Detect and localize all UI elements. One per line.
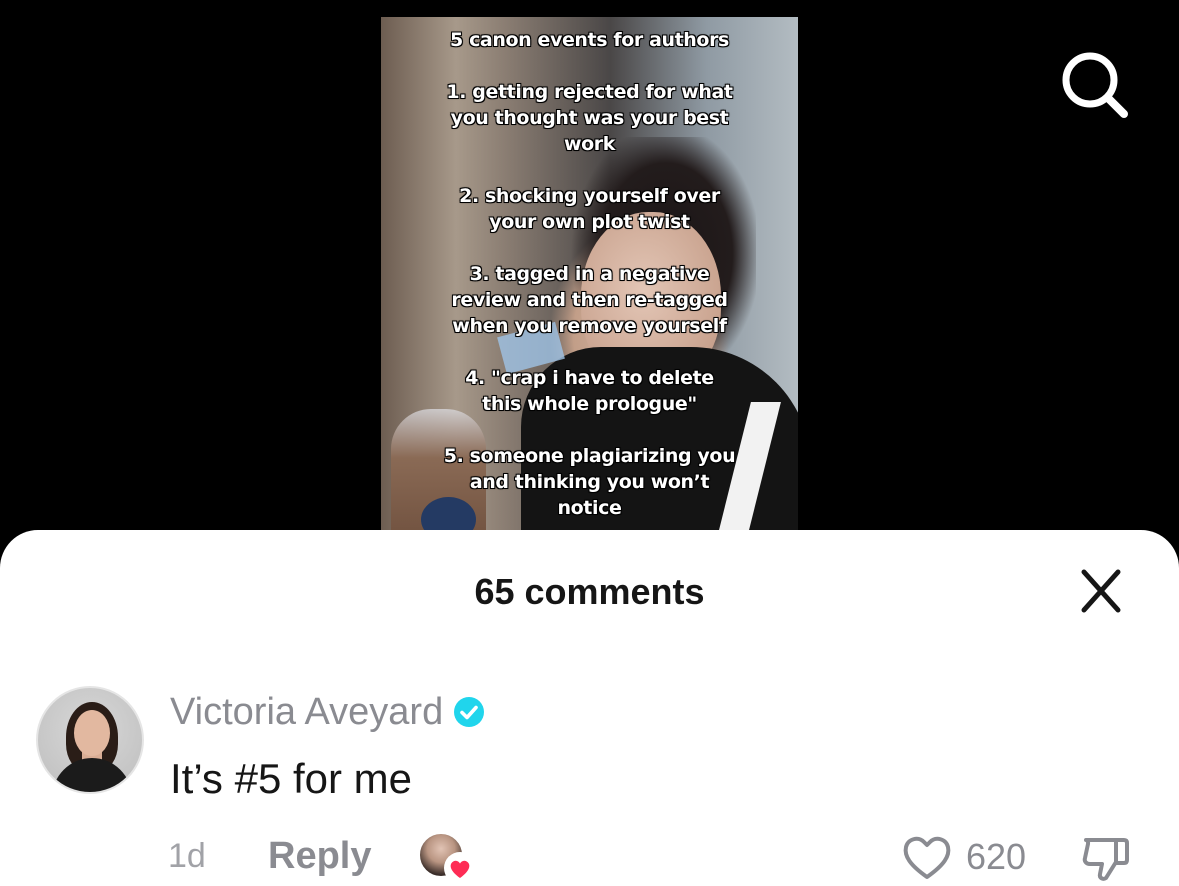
username-label: Victoria Aveyard xyxy=(170,691,444,733)
caption-line: 5. someone plagiarizing you xyxy=(443,445,736,467)
close-button[interactable] xyxy=(1072,566,1130,618)
heart-outline-icon xyxy=(903,836,951,879)
liked-by-creator xyxy=(418,830,478,884)
comments-count-title: 65 comments xyxy=(474,571,705,612)
caption-line: review and then re-tagged xyxy=(451,289,728,311)
caption-line: work xyxy=(563,133,615,155)
commenter-avatar[interactable] xyxy=(36,686,144,794)
search-icon xyxy=(1062,52,1128,118)
comments-sheet: 65 comments Victoria Aveyard It’s #5 for… xyxy=(0,530,1179,886)
caption-line: 5 canon events for authors xyxy=(450,29,729,51)
caption-line: this whole prologue" xyxy=(482,393,697,415)
search-button[interactable] xyxy=(1058,48,1130,120)
video-caption-overlay: 5 canon events for authors 1. getting rej… xyxy=(381,27,798,521)
caption-line: 3. tagged in a negative xyxy=(469,263,710,285)
comment-timestamp: 1d xyxy=(168,837,206,875)
reply-button[interactable]: Reply xyxy=(268,834,371,878)
caption-line: 4. "crap i have to delete xyxy=(465,367,714,389)
like-button[interactable] xyxy=(900,832,954,882)
caption-line: 2. shocking yourself over xyxy=(459,185,720,207)
caption-line: and thinking you won’t xyxy=(469,471,710,493)
verified-badge-icon xyxy=(454,697,485,727)
video-frame[interactable]: 5 canon events for authors 1. getting rej… xyxy=(381,17,798,547)
close-icon xyxy=(1081,569,1121,613)
dislike-button[interactable] xyxy=(1078,830,1134,886)
caption-line: you thought was your best xyxy=(450,107,729,129)
caption-line: 1. getting rejected for what xyxy=(446,81,733,103)
caption-line: your own plot twist xyxy=(489,211,690,233)
caption-line: notice xyxy=(557,497,622,519)
caption-line: when you remove yourself xyxy=(452,315,727,337)
comment-username[interactable]: Victoria Aveyard xyxy=(170,690,485,734)
thumbs-down-icon xyxy=(1082,838,1129,881)
like-count: 620 xyxy=(966,836,1027,877)
comment-body: It’s #5 for me xyxy=(170,755,412,802)
heart-filled-icon xyxy=(444,852,476,884)
